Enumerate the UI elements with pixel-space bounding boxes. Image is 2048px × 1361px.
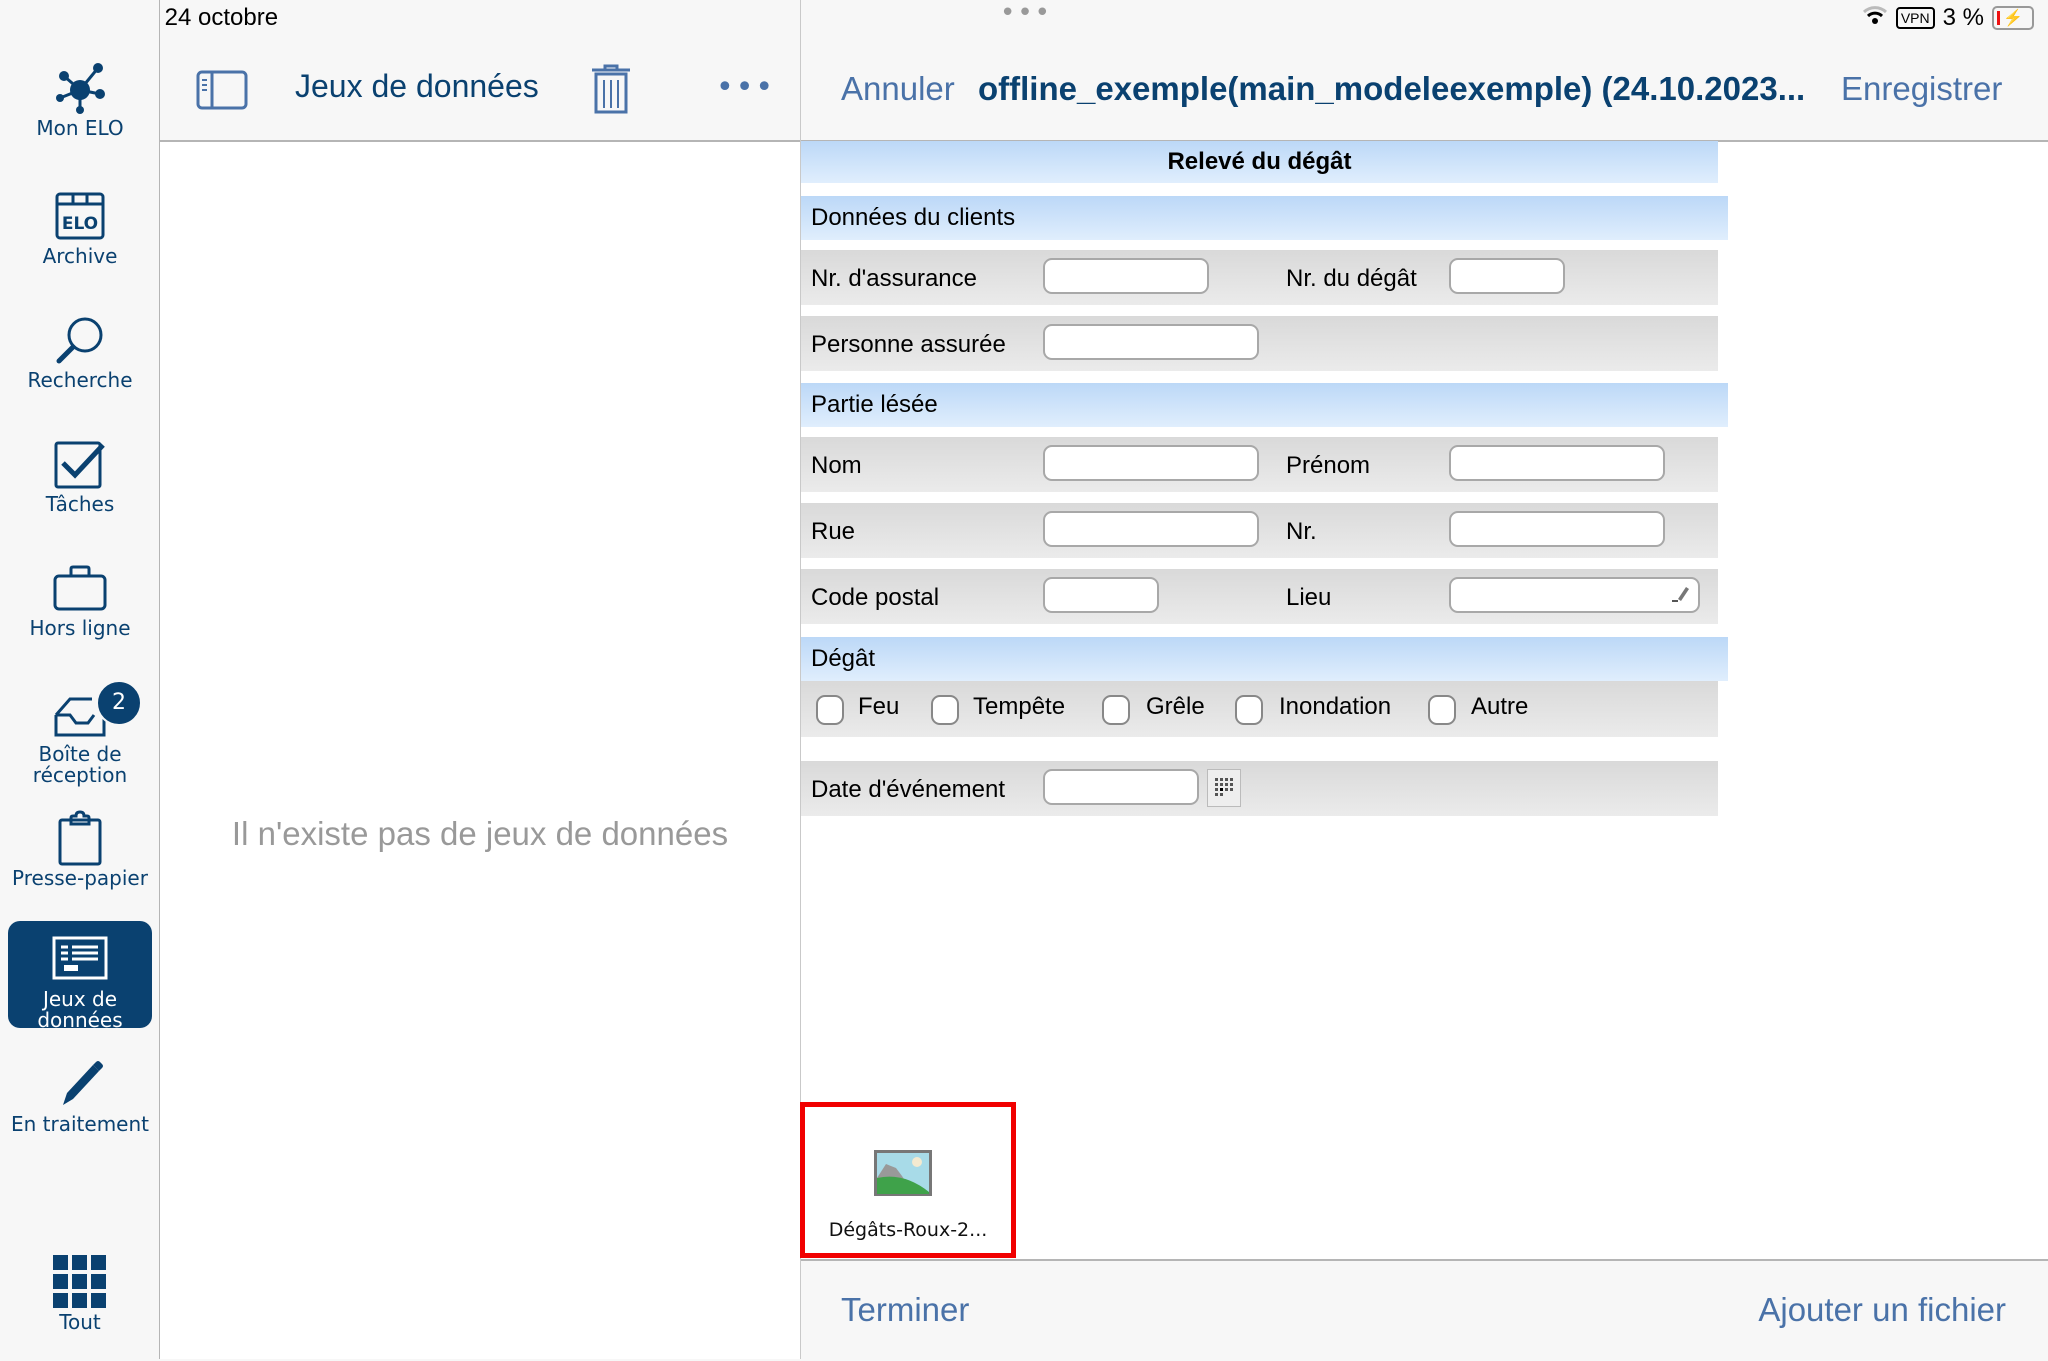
network-icon xyxy=(8,58,152,118)
damage-no-input[interactable] xyxy=(1449,258,1565,294)
sidebar-item-label: Boîte de réception xyxy=(32,742,128,787)
page-title: Jeux de données xyxy=(295,68,539,104)
sidebar-item-mon-elo[interactable]: Mon ELO xyxy=(8,58,152,139)
row-event-date: Date d'événement xyxy=(801,761,1718,816)
more-options-button[interactable]: ••• xyxy=(716,70,775,105)
section-damage: Dégât xyxy=(801,637,1728,681)
attachment-item[interactable]: Dégâts-Roux-2... xyxy=(800,1102,1016,1258)
sidebar-item-boite-de-reception[interactable]: 2 Boîte de réception xyxy=(8,680,152,787)
sidebar-item-label: Hors ligne xyxy=(29,616,131,640)
sidebar-item-hors-ligne[interactable]: Hors ligne xyxy=(8,558,152,639)
delete-button[interactable] xyxy=(588,60,634,120)
checkbox-label: Inondation xyxy=(1279,693,1392,720)
briefcase-icon xyxy=(8,558,152,618)
row-damage-types: Feu Tempête Grêle Inondation Autre xyxy=(801,681,1718,737)
sidebar-item-recherche[interactable]: Recherche xyxy=(8,310,152,391)
checkbox-autre[interactable] xyxy=(1428,695,1456,725)
toggle-sidebar-button[interactable] xyxy=(196,70,248,114)
checkbox-feu[interactable] xyxy=(816,695,844,725)
event-date-input[interactable] xyxy=(1043,769,1199,805)
datasets-list: Il n'existe pas de jeux de données xyxy=(160,142,800,1359)
place-label: Lieu xyxy=(1286,584,1332,611)
svg-text:ELO: ELO xyxy=(62,214,98,234)
checkbox-label: Feu xyxy=(858,693,900,720)
sidebar-item-archive[interactable]: ELO Archive xyxy=(8,186,152,267)
calendar-icon xyxy=(1208,778,1240,812)
edit-pencil-icon[interactable] xyxy=(1668,583,1690,612)
sidebar-item-label: Presse-papier xyxy=(12,866,148,890)
sidebar-item-taches[interactable]: Tâches xyxy=(8,434,152,515)
last-name-input[interactable] xyxy=(1043,445,1259,481)
street-input[interactable] xyxy=(1043,511,1259,547)
task-checkbox-icon xyxy=(8,434,152,494)
checkbox-label: Grêle xyxy=(1146,693,1205,720)
image-file-icon xyxy=(874,1150,932,1200)
postal-code-label: Code postal xyxy=(811,584,940,611)
event-date-label: Date d'événement xyxy=(811,776,1006,803)
search-icon xyxy=(8,310,152,370)
cancel-button[interactable]: Annuler xyxy=(841,70,955,108)
form-footer: Terminer Ajouter un fichier xyxy=(801,1259,2048,1361)
sidebar-item-presse-papier[interactable]: Presse-papier xyxy=(8,808,152,889)
last-name-label: Nom xyxy=(811,452,862,479)
checkbox-inondation[interactable] xyxy=(1235,695,1263,725)
sidebar-item-label: Jeux de données xyxy=(37,987,123,1029)
insurance-no-input[interactable] xyxy=(1043,258,1209,294)
street-label: Rue xyxy=(811,518,856,545)
checkbox-label: Autre xyxy=(1471,693,1529,720)
street-no-input[interactable] xyxy=(1449,511,1665,547)
sidebar-item-label: Recherche xyxy=(27,368,133,392)
section-injured-party: Partie lésée xyxy=(801,383,1728,427)
empty-state-message: Il n'existe pas de jeux de données xyxy=(231,815,729,852)
trash-icon xyxy=(588,64,634,120)
sidebar-item-label: En traitement xyxy=(11,1112,149,1136)
row-insurance: Nr. d'assurance Nr. du dégât xyxy=(801,250,1718,305)
add-file-button[interactable]: Ajouter un fichier xyxy=(1758,1291,2006,1329)
inbox-count-badge: 2 xyxy=(96,680,142,726)
row-insured-person: Personne assurée xyxy=(801,316,1718,371)
sidebar-toggle-icon xyxy=(196,70,248,114)
sidebar-item-en-traitement[interactable]: En traitement xyxy=(8,1054,152,1135)
sidebar-item-label: Tout xyxy=(59,1310,101,1334)
insured-person-label: Personne assurée xyxy=(811,331,1006,358)
grid-icon xyxy=(8,1252,152,1312)
sidebar-item-label: Archive xyxy=(42,244,118,268)
place-input[interactable] xyxy=(1449,577,1700,613)
pencil-icon xyxy=(8,1054,152,1114)
sidebar-item-tout[interactable]: Tout xyxy=(8,1252,152,1333)
damage-no-label: Nr. du dégât xyxy=(1286,265,1417,292)
archive-icon: ELO xyxy=(8,186,152,246)
sidebar-item-label: Mon ELO xyxy=(36,116,124,140)
calendar-button[interactable] xyxy=(1207,769,1241,807)
first-name-label: Prénom xyxy=(1286,452,1371,479)
save-button[interactable]: Enregistrer xyxy=(1841,70,2002,108)
checkbox-label: Tempête xyxy=(973,693,1066,720)
insurance-no-label: Nr. d'assurance xyxy=(811,265,977,292)
form-title: offline_exemple(main_modeleexemple) (24.… xyxy=(978,70,1806,107)
street-no-label: Nr. xyxy=(1286,518,1317,545)
sidebar: Mon ELO ELO Archive Recherche Tâches Hor… xyxy=(0,0,160,1359)
row-name: Nom Prénom xyxy=(801,437,1718,492)
clipboard-icon xyxy=(8,808,152,868)
first-name-input[interactable] xyxy=(1449,445,1665,481)
row-street: Rue Nr. xyxy=(801,503,1718,558)
sidebar-item-jeux-de-donnees[interactable]: Jeux de données xyxy=(8,921,152,1028)
postal-code-input[interactable] xyxy=(1043,577,1159,613)
attachment-name: Dégâts-Roux-2... xyxy=(828,1219,988,1241)
dataset-icon xyxy=(8,933,152,983)
checkbox-grele[interactable] xyxy=(1102,695,1130,725)
form-heading: Relevé du dégât xyxy=(801,141,1718,183)
finish-button[interactable]: Terminer xyxy=(841,1291,969,1329)
checkbox-tempete[interactable] xyxy=(931,695,959,725)
insured-person-input[interactable] xyxy=(1043,324,1259,360)
row-postal: Code postal Lieu xyxy=(801,569,1718,624)
sidebar-item-label: Tâches xyxy=(45,492,115,516)
section-client-data: Données du clients xyxy=(801,196,1728,240)
